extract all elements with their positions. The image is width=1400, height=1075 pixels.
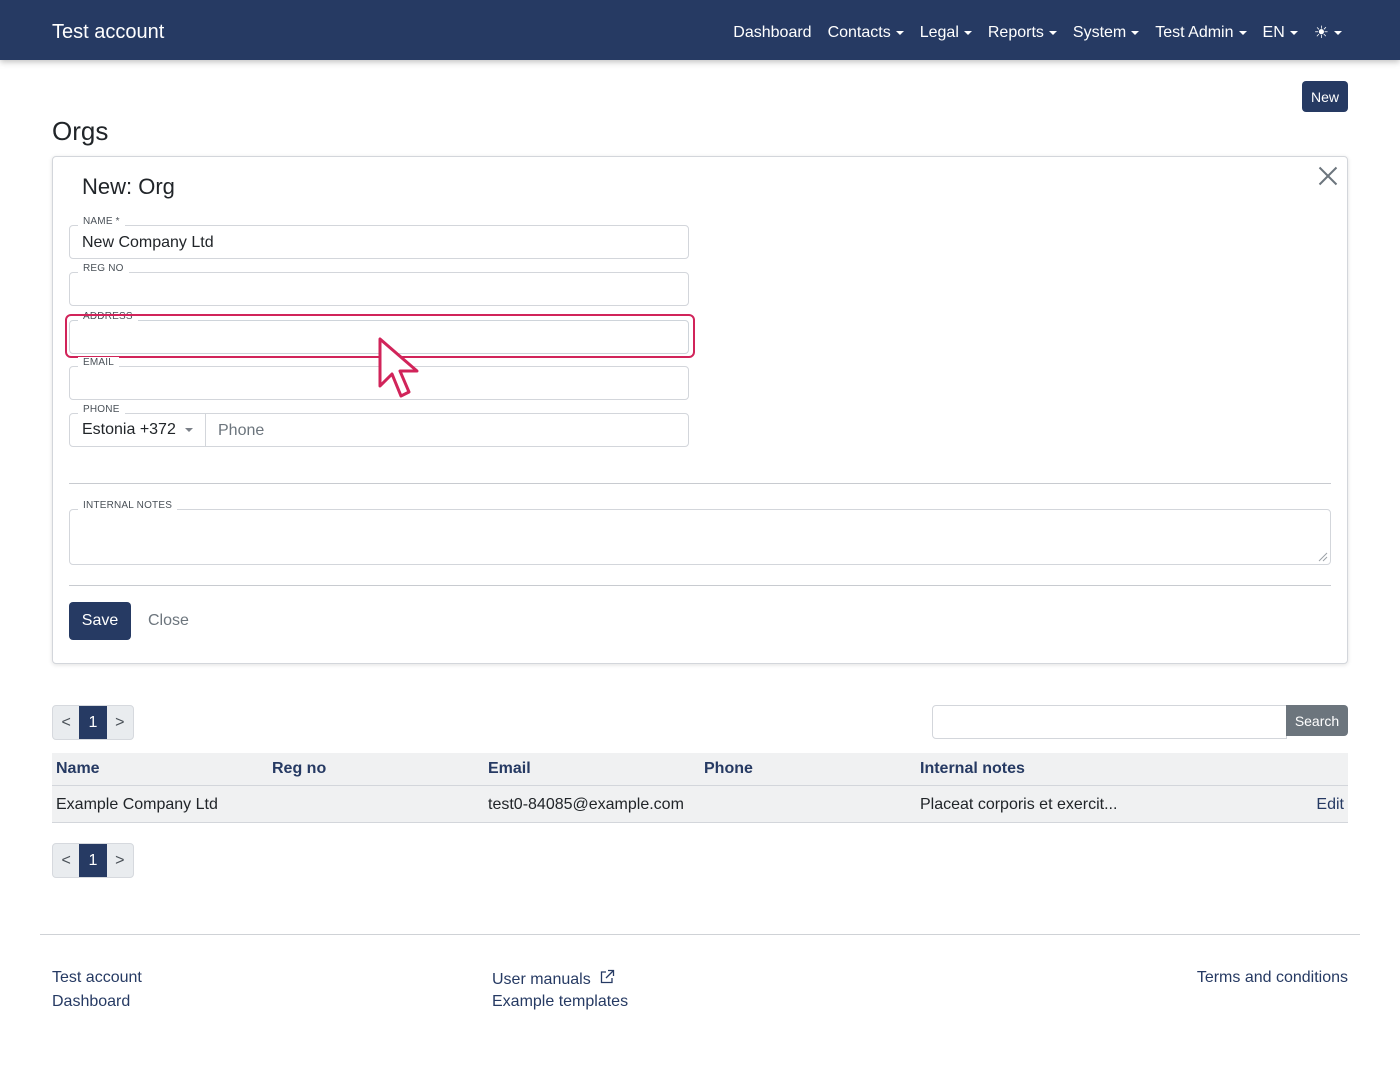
close-button[interactable]: Close	[148, 612, 189, 630]
phone-field: PHONE Estonia +372 Phone	[69, 404, 689, 447]
column-header-reg-no[interactable]: Reg no	[272, 760, 326, 778]
save-button[interactable]: Save	[69, 602, 131, 640]
nav-label: System	[1072, 24, 1127, 41]
table-header: Name Reg no Email Phone Internal notes	[52, 753, 1348, 786]
cell-email: test0-84085@example.com	[488, 796, 684, 813]
close-icon[interactable]	[1317, 165, 1339, 187]
nav-legal[interactable]: Legal	[920, 24, 972, 42]
next-page-button[interactable]: >	[107, 706, 133, 739]
page-1-button[interactable]: 1	[79, 706, 107, 739]
column-header-name[interactable]: Name	[56, 760, 100, 778]
phone-country-value: Estonia +372	[82, 421, 176, 438]
name-field[interactable]: NAME * New Company Ltd	[69, 216, 689, 259]
name-label: NAME *	[78, 216, 125, 228]
footer-link-dashboard[interactable]: Dashboard	[52, 993, 130, 1011]
column-header-phone[interactable]: Phone	[704, 760, 753, 778]
name-value[interactable]: New Company Ltd	[82, 234, 672, 252]
table-row: Example Company Ltd test0-84085@example.…	[52, 786, 1348, 823]
reg-no-label: REG NO	[78, 263, 129, 275]
caret-down-icon	[1048, 31, 1057, 35]
new-org-card: New: Org NAME * New Company Ltd REG NO A…	[52, 156, 1348, 664]
prev-page-button[interactable]: <	[53, 844, 79, 877]
nav-label: Dashboard	[733, 24, 812, 41]
caret-down-icon	[1334, 31, 1342, 35]
caret-down-icon	[963, 31, 972, 35]
page-1-button[interactable]: 1	[79, 844, 107, 877]
pagination-bottom: < 1 >	[52, 843, 134, 878]
main-nav: Dashboard Contacts Legal Reports System …	[717, 24, 1342, 42]
divider	[69, 483, 1331, 484]
cell-name: Example Company Ltd	[56, 796, 218, 813]
sun-icon: ☀	[1313, 23, 1329, 42]
nav-label: Legal	[919, 24, 959, 41]
column-header-internal-notes[interactable]: Internal notes	[920, 760, 1025, 778]
nav-label: Contacts	[827, 24, 891, 41]
caret-down-icon	[1289, 31, 1298, 35]
pagination-top: < 1 >	[52, 705, 134, 740]
footer-link-test-account[interactable]: Test account	[52, 969, 142, 987]
internal-notes-field[interactable]: INTERNAL NOTES	[69, 500, 1331, 565]
next-page-button[interactable]: >	[107, 844, 133, 877]
nav-label: EN	[1262, 24, 1285, 41]
external-link-icon	[601, 969, 615, 984]
caret-down-icon	[1131, 31, 1140, 35]
search-button[interactable]: Search	[1286, 705, 1348, 736]
top-navbar: Test account Dashboard Contacts Legal Re…	[0, 0, 1400, 60]
nav-system[interactable]: System	[1072, 24, 1140, 42]
footer-link-user-manuals[interactable]: User manuals	[492, 969, 615, 989]
phone-input[interactable]: Phone	[218, 422, 264, 440]
caret-down-icon	[895, 31, 904, 35]
email-label: EMAIL	[78, 357, 120, 369]
cell-internal-notes: Placeat corporis et exercit...	[920, 796, 1118, 813]
phone-country-select[interactable]: Estonia +372	[70, 414, 206, 446]
column-header-email[interactable]: Email	[488, 760, 531, 778]
nav-user-menu[interactable]: Test Admin	[1155, 24, 1247, 42]
search-input[interactable]	[932, 705, 1287, 739]
nav-dashboard[interactable]: Dashboard	[733, 24, 811, 42]
caret-down-icon	[1238, 31, 1247, 35]
phone-label: PHONE	[78, 404, 125, 416]
reg-no-field[interactable]: REG NO	[69, 263, 689, 306]
nav-theme-toggle[interactable]: ☀	[1314, 24, 1342, 42]
divider	[69, 585, 1331, 586]
new-button[interactable]: New	[1302, 81, 1348, 112]
brand-link[interactable]: Test account	[52, 21, 164, 44]
footer-divider	[40, 934, 1360, 935]
resize-handle-icon[interactable]	[1318, 552, 1328, 562]
user-manuals-label: User manuals	[492, 971, 591, 988]
form-title: New: Org	[82, 174, 175, 199]
edit-link[interactable]: Edit	[1316, 796, 1344, 814]
page-title: Orgs	[52, 116, 109, 146]
nav-contacts[interactable]: Contacts	[828, 24, 904, 42]
caret-down-icon	[184, 428, 193, 432]
mouse-cursor-icon	[378, 337, 419, 398]
internal-notes-label: INTERNAL NOTES	[78, 500, 178, 512]
nav-label: Test Admin	[1155, 24, 1234, 41]
nav-reports[interactable]: Reports	[988, 24, 1057, 42]
prev-page-button[interactable]: <	[53, 706, 79, 739]
footer-link-terms[interactable]: Terms and conditions	[1197, 969, 1348, 987]
footer-link-example-templates[interactable]: Example templates	[492, 993, 628, 1011]
nav-label: Reports	[987, 24, 1044, 41]
nav-language[interactable]: EN	[1263, 24, 1298, 42]
